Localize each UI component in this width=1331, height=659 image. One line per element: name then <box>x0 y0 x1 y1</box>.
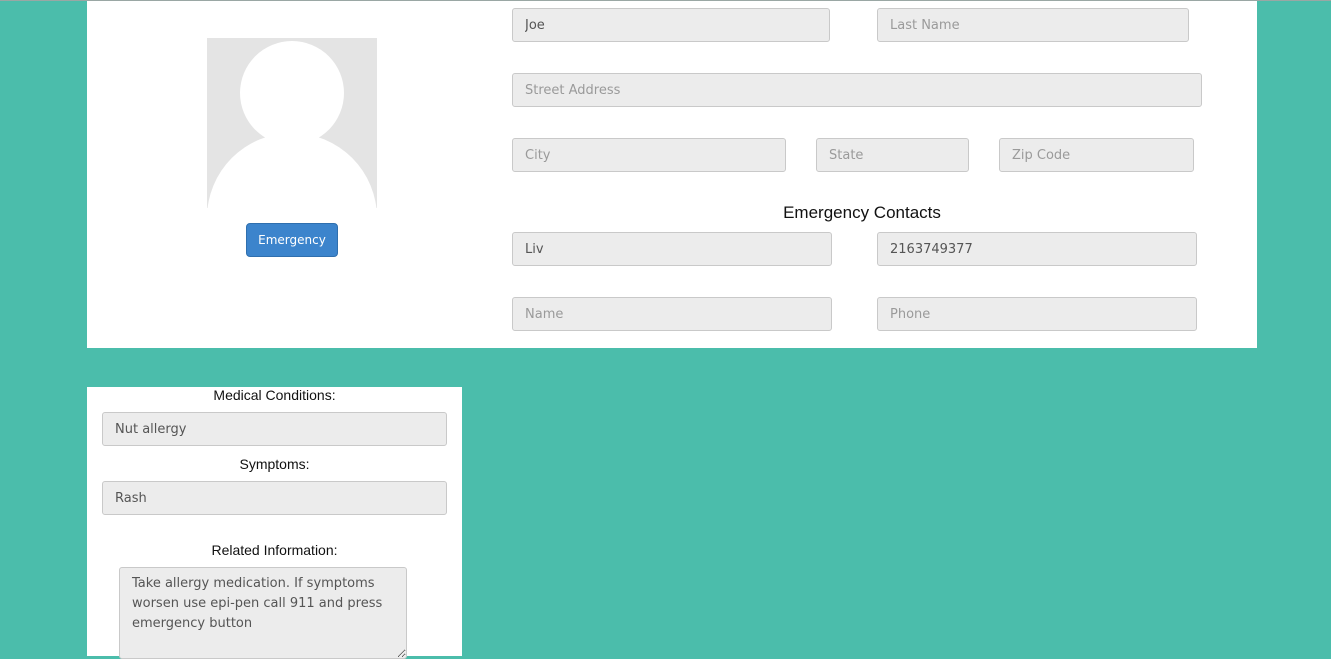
city-input[interactable] <box>512 138 786 172</box>
avatar-placeholder-icon <box>207 38 377 208</box>
contact-1-phone-input[interactable] <box>877 232 1197 266</box>
contact-2-phone-input[interactable] <box>877 297 1197 331</box>
street-address-input[interactable] <box>512 73 1202 107</box>
medical-card: Medical Conditions: Symptoms: Related In… <box>87 387 462 659</box>
last-name-input[interactable] <box>877 8 1189 42</box>
symptoms-input[interactable] <box>102 481 447 515</box>
first-name-input[interactable] <box>512 8 830 42</box>
medical-conditions-input[interactable] <box>102 412 447 446</box>
medical-conditions-label: Medical Conditions: <box>213 387 336 403</box>
symptoms-label: Symptoms: <box>239 456 310 472</box>
emergency-button[interactable]: Emergency <box>246 223 338 257</box>
related-information-label: Related Information: <box>211 542 338 558</box>
state-input[interactable] <box>816 138 969 172</box>
related-information-textarea[interactable]: Take allergy medication. If symptoms wor… <box>119 567 407 659</box>
profile-card: Emergency Emergency Contacts <box>87 1 1257 348</box>
emergency-contacts-title: Emergency Contacts <box>783 203 941 222</box>
contact-2-name-input[interactable] <box>512 297 832 331</box>
contact-1-name-input[interactable] <box>512 232 832 266</box>
zip-code-input[interactable] <box>999 138 1194 172</box>
